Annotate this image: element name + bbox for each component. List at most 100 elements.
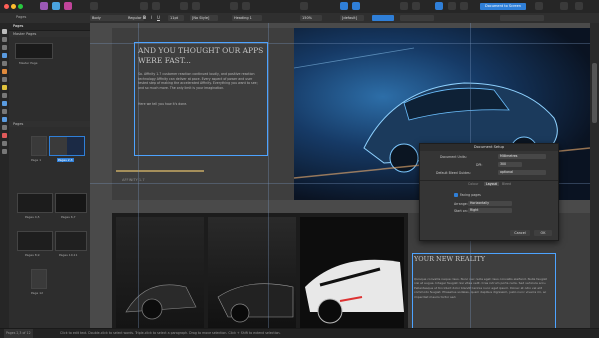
picture-frame-tool-icon[interactable] <box>2 101 7 106</box>
cancel-button[interactable]: Cancel <box>510 230 530 236</box>
minimize-window-button[interactable] <box>11 4 16 9</box>
zoom-tool-icon[interactable] <box>2 141 7 146</box>
distribute-icon[interactable] <box>352 2 360 10</box>
boolean-icon[interactable] <box>412 2 420 10</box>
paragraph-style-select[interactable]: Body <box>90 15 128 21</box>
underline-button[interactable]: U <box>157 15 160 20</box>
page-8-car-gallery[interactable] <box>112 213 408 328</box>
photo-persona-icon[interactable] <box>64 2 72 10</box>
spread-thumbnail[interactable] <box>55 231 87 251</box>
affinity-publisher-icon[interactable] <box>40 2 48 10</box>
ok-button[interactable]: OK <box>534 230 552 236</box>
node-tool-icon[interactable] <box>2 37 7 42</box>
hand-tool-icon[interactable] <box>2 149 7 154</box>
rectangle-tool-icon[interactable] <box>2 109 7 114</box>
dialog-title: Document Setup <box>420 144 558 151</box>
page-2[interactable]: AND YOU THOUGHT OUR APPS WERE FAST... So… <box>112 28 294 200</box>
master-page-label: Master Page <box>19 61 38 65</box>
start-on-select[interactable]: Right <box>468 208 512 213</box>
snapping-icon[interactable] <box>180 2 188 10</box>
guides-icon[interactable] <box>192 2 200 10</box>
bleed-guides-select[interactable]: optional <box>498 170 546 175</box>
baseline-grid-icon[interactable] <box>435 2 443 10</box>
dpi-field[interactable]: 300 <box>498 162 522 167</box>
document-to-screen-button[interactable]: Document to Screen <box>480 3 526 10</box>
spread-label: Pages 4,5 <box>25 215 40 219</box>
page-footer: AFFINITY 1.7 <box>122 178 145 182</box>
align-left-button[interactable] <box>372 15 394 21</box>
pen-tool-icon[interactable] <box>2 69 7 74</box>
scrollbar-thumb[interactable] <box>592 63 597 123</box>
frame-text-tool-icon[interactable] <box>2 53 7 58</box>
heading-style-select[interactable]: Heading 1 <box>232 15 262 21</box>
fill-tool-icon[interactable] <box>2 85 7 90</box>
pages-studio-panel: Pages Master Pages Master Page Pages Pag… <box>9 23 91 328</box>
pin-icon[interactable] <box>535 2 543 10</box>
tab-layout[interactable]: Layout <box>484 182 499 186</box>
font-size-field[interactable]: 11pt <box>168 15 184 21</box>
pages-tab[interactable]: Pages <box>16 15 26 19</box>
gallery-image-2[interactable] <box>208 217 296 328</box>
close-window-button[interactable] <box>4 4 9 9</box>
designer-persona-icon[interactable] <box>52 2 60 10</box>
gallery-image-3[interactable] <box>300 217 404 328</box>
spread-thumbnail[interactable] <box>17 193 53 213</box>
gallery-image-1[interactable] <box>116 217 204 328</box>
margin-guide <box>90 43 590 44</box>
decorative-rule <box>116 170 204 172</box>
insert-table-icon[interactable] <box>300 2 308 10</box>
tab-bleed[interactable]: Bleed <box>502 182 511 186</box>
arrange-select[interactable]: Horizontally <box>468 201 512 206</box>
shape-tool-icon[interactable] <box>2 125 7 130</box>
master-page-thumbnail[interactable] <box>15 43 53 59</box>
vertical-scrollbar[interactable] <box>590 23 599 328</box>
document-setup-dialog: Document Setup Document Units: Millimetr… <box>419 143 559 241</box>
start-on-label: Start on: <box>454 209 468 213</box>
pages-section-header[interactable]: Pages <box>11 121 25 127</box>
selected-text-frame[interactable] <box>134 42 268 156</box>
facing-pages-label: Facing pages <box>460 193 481 197</box>
preflight-icon[interactable] <box>140 2 148 10</box>
text-options-select[interactable] <box>500 15 544 21</box>
text-wrap-icon[interactable] <box>448 2 456 10</box>
arrange-icon[interactable] <box>400 2 408 10</box>
move-tool-icon[interactable] <box>2 29 7 34</box>
selected-text-frame[interactable] <box>412 253 556 328</box>
transparency-tool-icon[interactable] <box>2 93 7 98</box>
search-icon[interactable] <box>560 2 568 10</box>
bold-button[interactable]: B <box>143 15 146 20</box>
pencil-tool-icon[interactable] <box>2 77 7 82</box>
spread-thumbnail-selected[interactable] <box>49 136 85 156</box>
spread-thumbnail[interactable] <box>55 193 87 213</box>
page-label: Page 1 <box>31 158 42 162</box>
color-picker-tool-icon[interactable] <box>2 133 7 138</box>
table-tool-icon[interactable] <box>2 45 7 50</box>
unit-select[interactable]: [default] <box>340 15 364 21</box>
arrange-label: Arrange: <box>454 202 468 206</box>
tab-colour[interactable]: Colour <box>468 182 478 186</box>
ellipse-tool-icon[interactable] <box>2 117 7 122</box>
column-guide <box>268 23 269 328</box>
facing-pages-checkbox[interactable] <box>454 193 458 197</box>
text-frame-icon[interactable] <box>242 2 250 10</box>
layers-icon[interactable] <box>575 2 583 10</box>
character-style-select[interactable]: [No Style] <box>190 15 218 21</box>
zoom-field[interactable]: 150% <box>300 15 322 21</box>
font-weight-select[interactable]: Regular <box>126 15 144 21</box>
page-thumbnail[interactable] <box>31 136 47 156</box>
document-units-select[interactable]: Millimetres <box>498 154 546 159</box>
settings-icon[interactable] <box>90 2 98 10</box>
artistic-text-tool-icon[interactable] <box>2 61 7 66</box>
spread-thumbnail[interactable] <box>17 231 53 251</box>
view-mode-icon[interactable] <box>152 2 160 10</box>
frame-text-icon[interactable] <box>460 2 468 10</box>
zoom-window-button[interactable] <box>18 4 23 9</box>
page-thumbnail[interactable] <box>31 269 47 289</box>
italic-button[interactable]: I <box>151 15 152 20</box>
place-image-icon[interactable] <box>230 2 238 10</box>
frame-options-select[interactable] <box>400 15 434 21</box>
tab-pages[interactable]: Pages <box>11 23 25 29</box>
column-guide <box>138 23 139 328</box>
master-pages-header[interactable]: Master Pages <box>11 31 38 37</box>
align-icon[interactable] <box>340 2 348 10</box>
